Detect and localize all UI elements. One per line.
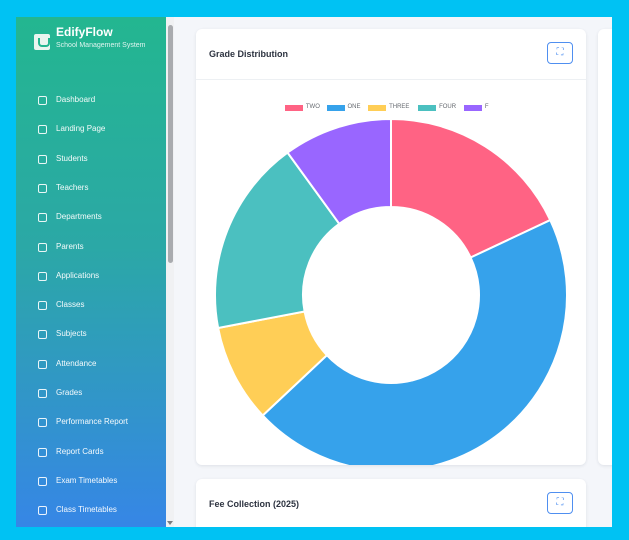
performance-report-icon [38, 418, 47, 428]
sidebar-item-label: Grades [56, 388, 83, 397]
sidebar-item-landing-page[interactable]: Landing Page [16, 119, 166, 141]
grade-donut-chart [214, 117, 568, 465]
sidebar-item-label: Teachers [56, 182, 89, 192]
attendance-icon [38, 359, 47, 369]
fee-collection-card: Fee Collection (2025) ⛶ [196, 479, 586, 527]
classes-icon [38, 301, 47, 311]
sidebar-item-label: Dashboard [56, 95, 96, 104]
scrollbar-thumb[interactable] [167, 25, 173, 263]
parents-icon [38, 242, 47, 252]
sidebar: EdifyFlow School Management System Dashb… [16, 17, 166, 527]
dashboard-icon [38, 96, 47, 105]
sidebar-item-dashboard[interactable]: Dashboard [16, 90, 166, 112]
sidebar-item-attendance[interactable]: Attendance [16, 354, 166, 376]
sidebar-item-label: Exam Timetables [56, 475, 118, 485]
card-title: Fee Collection (2025) [209, 499, 300, 509]
sidebar-item-label: Students [56, 153, 88, 163]
sidebar-item-label: Parents [56, 241, 84, 251]
logo-icon [34, 34, 50, 50]
applications-icon [38, 271, 47, 281]
sidebar-item-label: Subjects [56, 329, 87, 339]
app-title: EdifyFlow [56, 25, 113, 39]
sidebar-item-exam-timetables[interactable]: Exam Timetables [16, 471, 166, 493]
expand-icon: ⛶ [556, 497, 564, 508]
class-timetables-icon [38, 506, 47, 516]
sidebar-item-class-timetables[interactable]: Class Timetables [16, 500, 166, 522]
sidebar-item-performance-report[interactable]: Performance Report [16, 412, 166, 434]
app-subtitle: School Management System [56, 42, 146, 49]
sidebar-item-label: Departments [56, 212, 102, 222]
sidebar-item-subjects[interactable]: Subjects [16, 324, 166, 346]
brand[interactable]: EdifyFlow School Management System [16, 17, 166, 61]
grade-distribution-card: Grade Distribution ⛶ TWO ONE THREE FOUR F [196, 29, 586, 465]
scroll-down-arrow-icon[interactable] [167, 521, 173, 525]
sidebar-item-teachers[interactable]: Teachers [16, 178, 166, 200]
sidebar-item-label: Attendance [56, 358, 97, 368]
sidebar-item-label: Report Cards [56, 446, 104, 456]
sidebar-item-label: Class Timetables [56, 505, 117, 515]
sidebar-item-label: Applications [56, 270, 100, 280]
sidebar-item-parents[interactable]: Parents [16, 237, 166, 259]
sidebar-item-label: Classes [56, 300, 85, 310]
sidebar-item-applications[interactable]: Applications [16, 266, 166, 288]
grades-icon [38, 389, 47, 398]
departments-icon [38, 213, 47, 223]
sidebar-item-label: Performance Report [56, 417, 129, 427]
subjects-icon [38, 330, 47, 340]
expand-button[interactable]: ⛶ [547, 492, 573, 514]
sidebar-item-classes[interactable]: Classes [16, 295, 166, 317]
adjacent-card [598, 29, 612, 465]
exam-timetables-icon [38, 476, 47, 486]
sidebar-item-departments[interactable]: Departments [16, 207, 166, 229]
report-cards-icon [38, 447, 47, 457]
sidebar-item-label: Landing Page [56, 124, 106, 134]
landing-page-icon [38, 125, 47, 135]
sidebar-item-report-cards[interactable]: Report Cards [16, 442, 166, 464]
sidebar-item-students[interactable]: Students [16, 149, 166, 171]
students-icon [38, 154, 47, 164]
teachers-icon [38, 183, 47, 193]
sidebar-scrollbar[interactable] [166, 17, 174, 527]
sidebar-item-grades[interactable]: Grades [16, 383, 166, 405]
app-window: EdifyFlow School Management System Dashb… [16, 17, 612, 527]
